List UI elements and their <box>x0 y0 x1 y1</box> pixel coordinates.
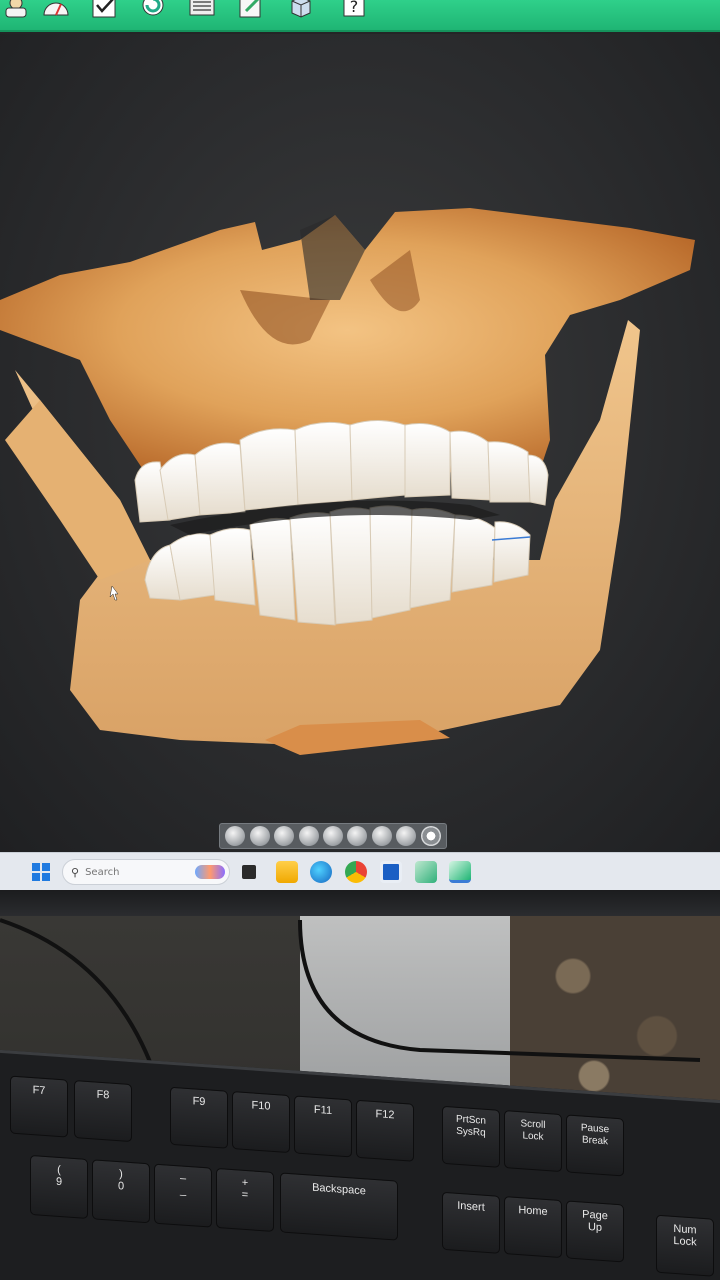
app-toolbar: ? <box>0 0 720 32</box>
monitor-screen: ? ⚲ Search <box>0 0 720 895</box>
gauge-icon[interactable] <box>40 0 72 20</box>
chrome-browser-icon[interactable] <box>345 861 367 883</box>
key-pause-break[interactable]: Pause Break <box>566 1114 624 1177</box>
weather-widget-icon[interactable] <box>195 865 226 879</box>
taskbar: ⚲ <box>0 852 720 890</box>
dental-imaging-app-icon[interactable] <box>449 861 471 883</box>
task-view-icon[interactable] <box>242 865 256 879</box>
view-iso-1-button[interactable] <box>371 826 392 846</box>
key-9[interactable]: ( 9 <box>30 1154 88 1219</box>
search-icon: ⚲ <box>71 865 80 879</box>
key-prtscn[interactable]: PrtScn SysRq <box>442 1105 500 1168</box>
person-icon[interactable] <box>0 0 32 20</box>
key-num-lock[interactable]: Num Lock <box>656 1214 714 1277</box>
windows-start-icon[interactable] <box>32 863 50 881</box>
app-window-icon[interactable] <box>415 861 437 883</box>
taskbar-search[interactable]: ⚲ <box>62 859 230 885</box>
jaw-3d-render <box>0 208 695 755</box>
key-insert[interactable]: Insert <box>442 1191 500 1254</box>
key-f9[interactable]: F9 <box>170 1086 228 1149</box>
refresh-icon[interactable] <box>137 0 169 20</box>
view-iso-2-button[interactable] <box>396 826 417 846</box>
key-backspace[interactable]: Backspace <box>280 1172 398 1241</box>
search-input[interactable] <box>85 866 196 878</box>
view-right-button[interactable] <box>298 826 319 846</box>
key-f10[interactable]: F10 <box>232 1091 290 1154</box>
view-bottom-button[interactable] <box>347 826 368 846</box>
key-f11[interactable]: F11 <box>294 1095 352 1158</box>
key-f8[interactable]: F8 <box>74 1080 132 1143</box>
file-explorer-icon[interactable] <box>276 861 298 883</box>
rotate-view-button[interactable] <box>420 826 441 846</box>
key-page-up[interactable]: Page Up <box>566 1200 624 1263</box>
teamviewer-icon[interactable] <box>380 861 402 883</box>
help-icon[interactable]: ? <box>338 0 370 20</box>
edge-browser-icon[interactable] <box>310 861 332 883</box>
view-left-button[interactable] <box>274 826 295 846</box>
view-top-button[interactable] <box>322 826 343 846</box>
key-f7[interactable]: F7 <box>10 1075 68 1138</box>
view-front-button[interactable] <box>225 826 246 846</box>
key-home[interactable]: Home <box>504 1196 562 1259</box>
cube-icon[interactable] <box>285 0 317 20</box>
key-f12[interactable]: F12 <box>356 1099 414 1162</box>
key-minus[interactable]: – _ <box>154 1163 212 1228</box>
photo-scene: ? ⚲ Search F7 F8 F9 F10 F11 F12 PrtScn S… <box>0 0 720 1280</box>
key-0[interactable]: ) 0 <box>92 1159 150 1224</box>
3d-viewport[interactable] <box>0 34 720 852</box>
key-scroll-lock[interactable]: Scroll Lock <box>504 1110 562 1173</box>
edit-document-icon[interactable] <box>235 0 267 20</box>
view-control-strip <box>219 823 447 849</box>
view-back-button[interactable] <box>249 826 270 846</box>
svg-text:?: ? <box>350 0 359 16</box>
list-icon[interactable] <box>186 0 218 20</box>
checklist-icon[interactable] <box>88 0 120 20</box>
key-equals[interactable]: + = <box>216 1167 274 1232</box>
